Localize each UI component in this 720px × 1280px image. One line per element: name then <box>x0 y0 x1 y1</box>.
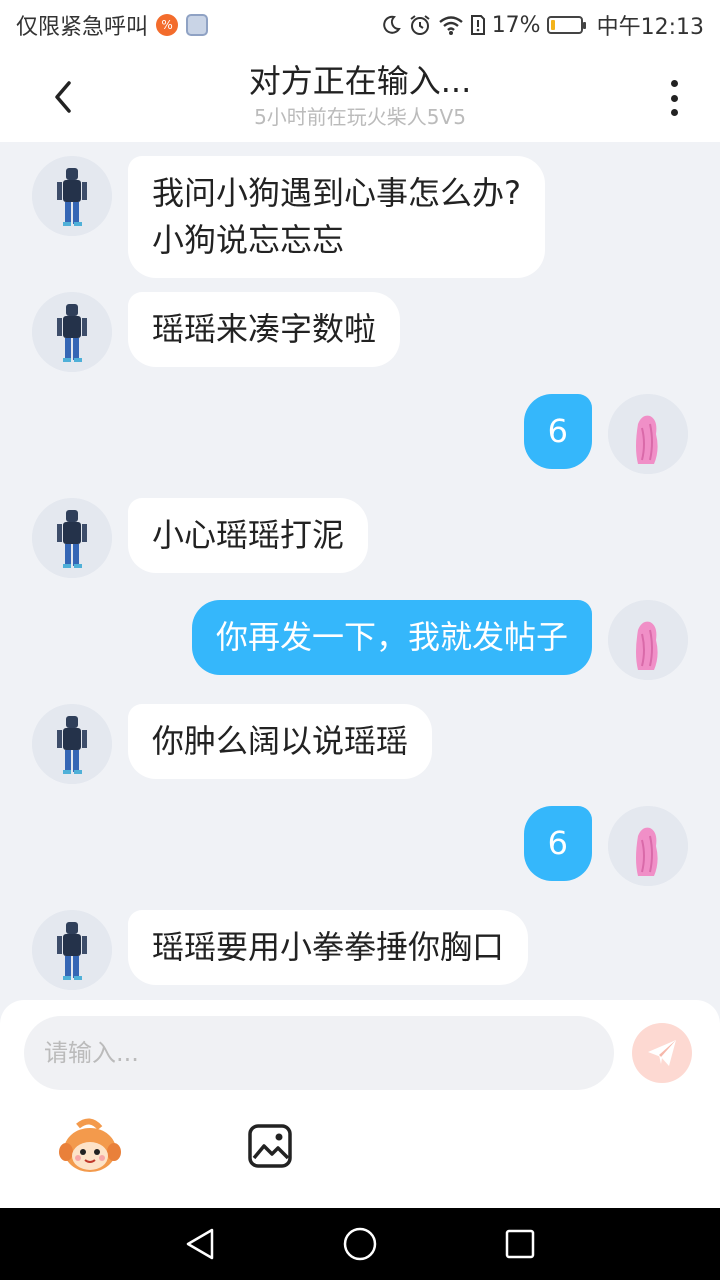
more-dot-icon <box>670 80 678 87</box>
more-dot-icon <box>670 94 678 102</box>
pink-hair-character-icon <box>608 394 688 474</box>
message-input[interactable] <box>24 1016 614 1090</box>
battery-icon <box>546 16 586 34</box>
received-message-bubble[interactable]: 你肿么阔以说瑶瑶 <box>128 704 433 779</box>
pink-hair-character-icon <box>608 806 688 886</box>
stickman-figure-icon <box>32 292 112 372</box>
stickman-figure-icon <box>32 498 112 578</box>
app-notification-icon: % <box>156 14 179 36</box>
sent-message-bubble[interactable]: 6 <box>523 806 592 881</box>
carrier-text: 仅限紧急呼叫 <box>16 15 149 40</box>
emoji-mascot-icon <box>59 1118 121 1172</box>
alarm-icon <box>408 13 432 37</box>
paper-plane-icon <box>648 1040 676 1066</box>
stickman-figure-icon <box>32 156 112 236</box>
system-navigation-bar <box>0 1208 720 1280</box>
received-message-bubble[interactable]: 我问小狗遇到心事怎么办? 小狗说忘忘忘 <box>128 156 545 278</box>
moon-icon <box>380 14 402 36</box>
my-avatar[interactable] <box>608 600 688 680</box>
stickman-figure-icon <box>32 910 112 990</box>
received-message-bubble[interactable]: 瑶瑶来凑字数啦 <box>128 292 401 367</box>
image-button[interactable] <box>246 1122 294 1170</box>
more-options-button[interactable] <box>654 76 694 120</box>
sent-message-bubble[interactable]: 6 <box>523 394 592 469</box>
contact-avatar[interactable] <box>32 704 112 784</box>
stickman-figure-icon <box>32 704 112 784</box>
circle-home-icon <box>343 1227 377 1261</box>
nav-back-button[interactable] <box>182 1226 218 1262</box>
contact-avatar[interactable] <box>32 498 112 578</box>
my-avatar[interactable] <box>608 806 688 886</box>
contact-avatar[interactable] <box>32 156 112 236</box>
triangle-back-icon <box>186 1228 214 1260</box>
image-icon <box>248 1124 292 1168</box>
sim-alert-icon <box>470 14 486 36</box>
status-bar: 仅限紧急呼叫 % 17% 中午12:13 <box>0 0 720 50</box>
square-recents-icon <box>505 1229 535 1259</box>
clock-time: 中午12:13 <box>596 15 704 40</box>
app-notification-icon <box>186 14 209 36</box>
page-subtitle: 5小时前在玩火柴人5V5 <box>254 105 466 129</box>
sent-message-bubble[interactable]: 你再发一下，我就发帖子 <box>191 600 592 675</box>
more-dot-icon <box>670 109 678 116</box>
nav-home-button[interactable] <box>342 1226 378 1262</box>
received-message-bubble[interactable]: 小心瑶瑶打泥 <box>128 498 369 573</box>
contact-avatar[interactable] <box>32 292 112 372</box>
page-title: 对方正在输入... <box>248 62 472 100</box>
send-button[interactable] <box>632 1023 692 1083</box>
pink-hair-character-icon <box>608 600 688 680</box>
my-avatar[interactable] <box>608 394 688 474</box>
nav-recents-button[interactable] <box>502 1226 538 1262</box>
message-composer <box>0 1000 720 1208</box>
battery-percent: 17% <box>491 12 541 38</box>
chat-header: 对方正在输入... 5小时前在玩火柴人5V5 <box>0 50 720 142</box>
contact-avatar[interactable] <box>32 910 112 990</box>
wifi-icon <box>438 14 464 36</box>
message-list[interactable]: 我问小狗遇到心事怎么办? 小狗说忘忘忘 瑶瑶来凑字数啦 6 小心瑶瑶打泥 你再发… <box>0 142 720 1000</box>
received-message-bubble[interactable]: 瑶瑶要用小拳拳捶你胸口 <box>128 910 529 985</box>
emoji-button[interactable] <box>58 1118 122 1174</box>
